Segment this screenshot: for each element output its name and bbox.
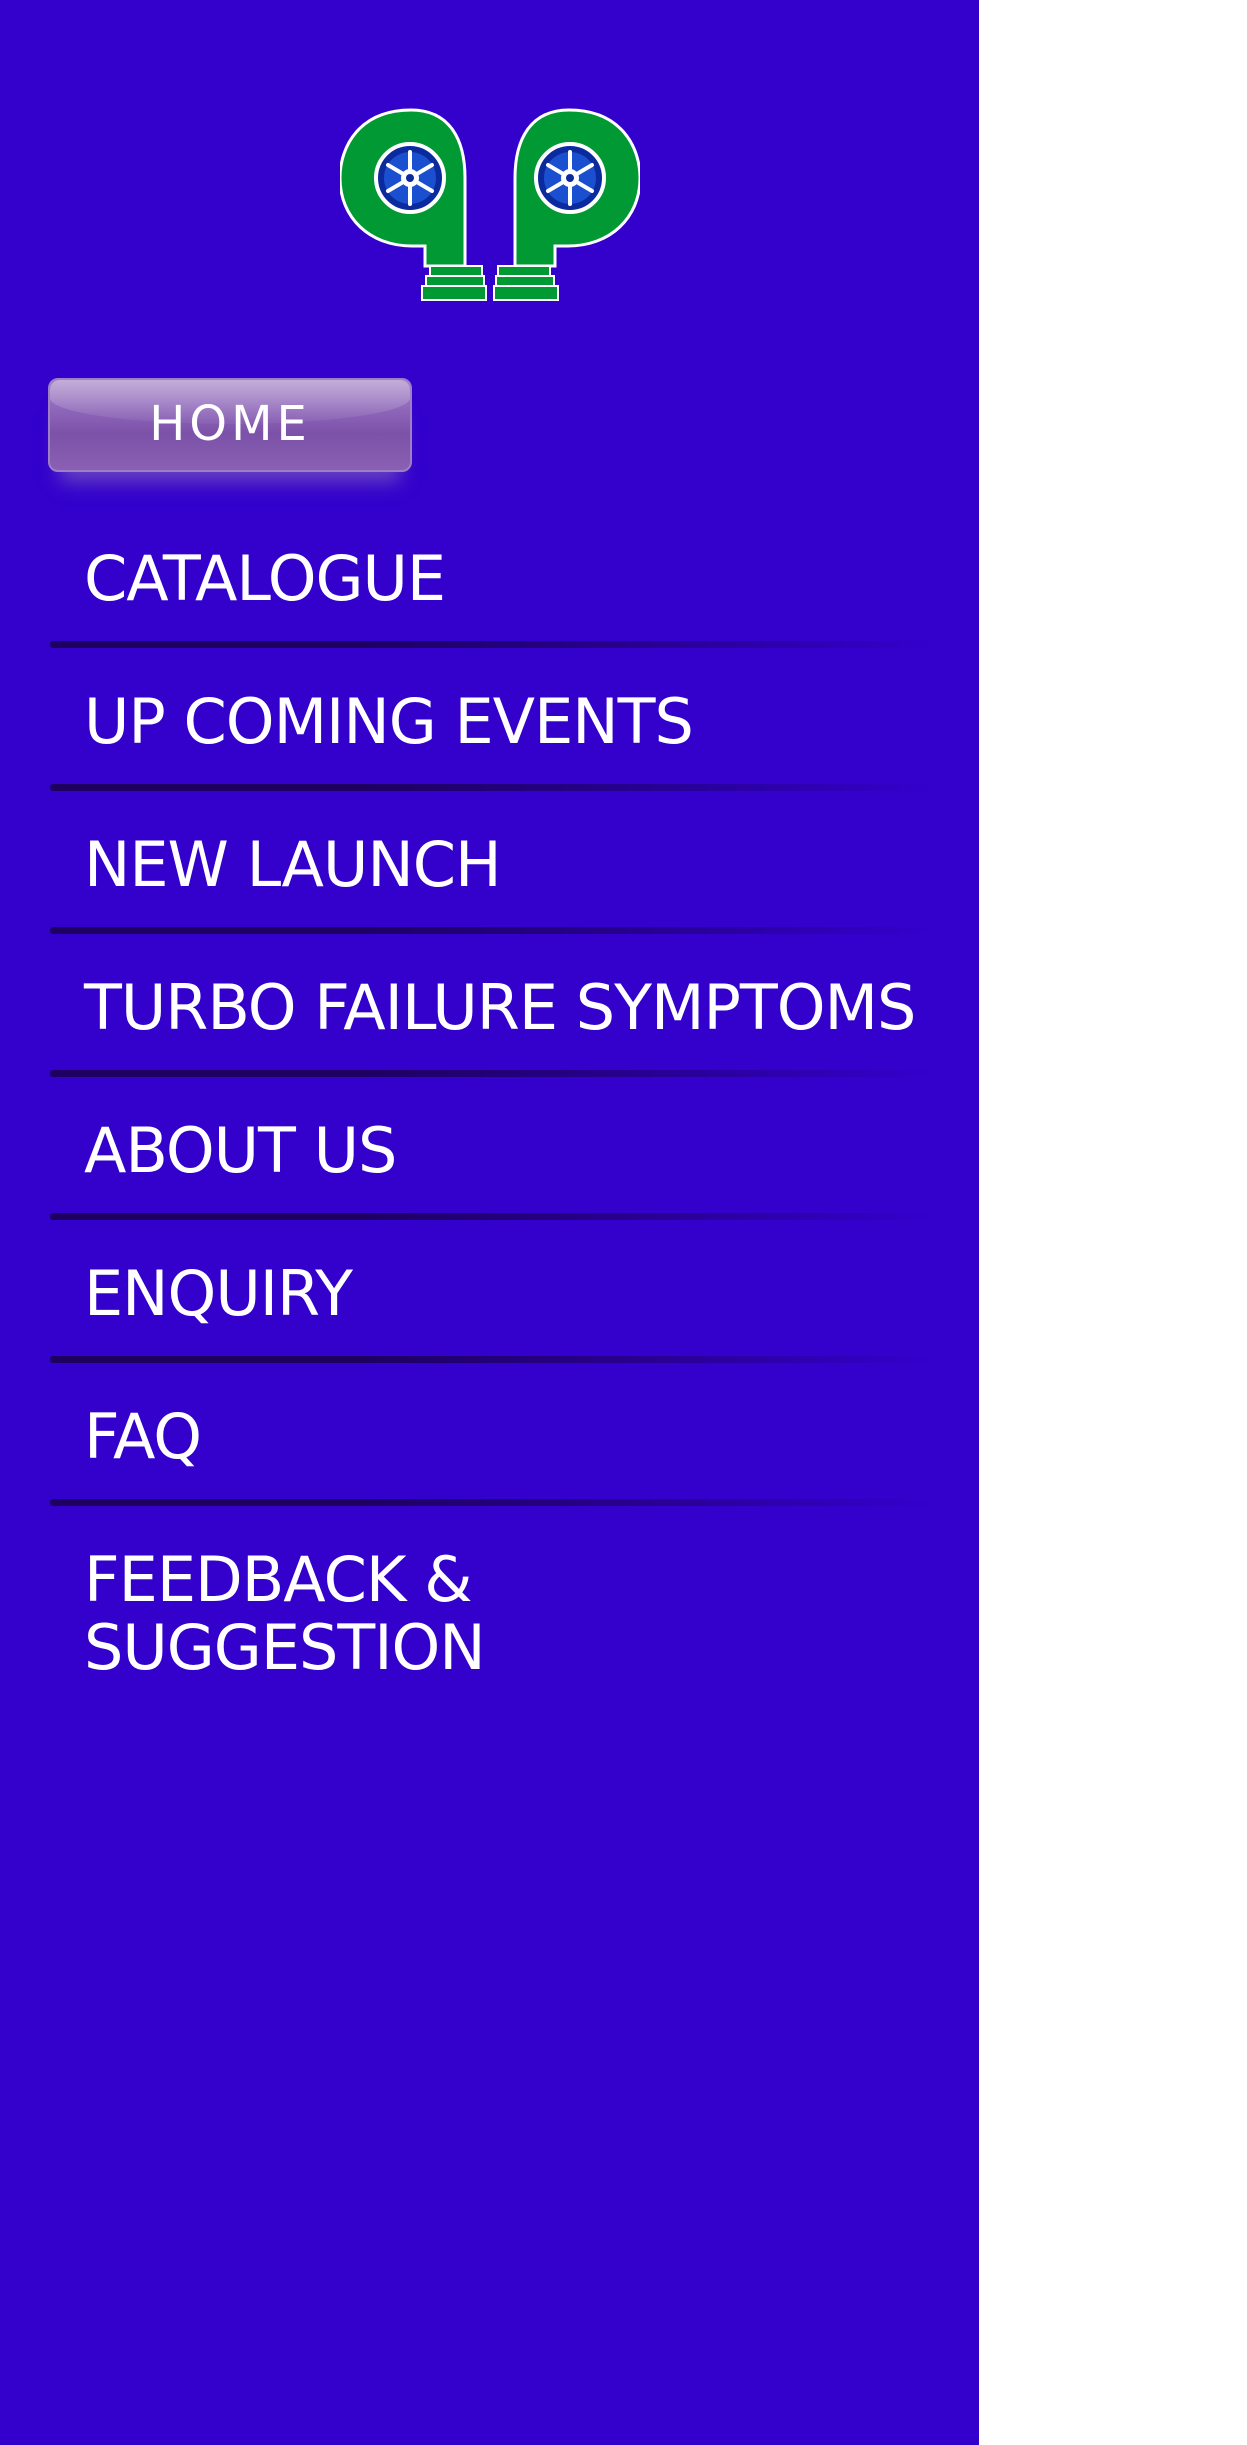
menu-item-upcoming-events[interactable]: UP COMING EVENTS <box>50 648 930 791</box>
menu-item-label: ENQUIRY <box>84 1257 353 1330</box>
content-area <box>979 0 1247 2445</box>
menu-item-faq[interactable]: FAQ <box>50 1363 930 1506</box>
menu-divider <box>50 784 930 791</box>
menu-item-turbo-failure-symptoms[interactable]: TURBO FAILURE SYMPTOMS <box>50 934 930 1077</box>
menu-item-label: FAQ <box>84 1400 202 1473</box>
menu-divider <box>50 927 930 934</box>
navigation-drawer: HOME CATALOGUE UP COMING EVENTS NEW LAUN… <box>0 0 979 2445</box>
menu-item-new-launch[interactable]: NEW LAUNCH <box>50 791 930 934</box>
menu-divider <box>50 1070 930 1077</box>
menu-item-label: FEEDBACK & SUGGESTION <box>84 1543 486 1684</box>
menu-item-label: TURBO FAILURE SYMPTOMS <box>84 971 916 1044</box>
nav-menu: CATALOGUE UP COMING EVENTS NEW LAUNCH TU… <box>50 505 930 1706</box>
menu-item-enquiry[interactable]: ENQUIRY <box>50 1220 930 1363</box>
menu-item-label: NEW LAUNCH <box>84 828 502 901</box>
menu-item-label: CATALOGUE <box>84 542 446 615</box>
home-button[interactable]: HOME <box>48 378 412 472</box>
home-button-label: HOME <box>149 396 311 452</box>
menu-divider <box>50 1356 930 1363</box>
menu-item-feedback-suggestion[interactable]: FEEDBACK & SUGGESTION <box>50 1506 930 1706</box>
menu-item-about-us[interactable]: ABOUT US <box>50 1077 930 1220</box>
menu-divider <box>50 641 930 648</box>
gp-logo <box>340 108 640 308</box>
menu-item-catalogue[interactable]: CATALOGUE <box>50 505 930 648</box>
menu-item-label: UP COMING EVENTS <box>84 685 694 758</box>
menu-divider <box>50 1213 930 1220</box>
menu-divider <box>50 1499 930 1506</box>
menu-item-label: ABOUT US <box>84 1114 397 1187</box>
